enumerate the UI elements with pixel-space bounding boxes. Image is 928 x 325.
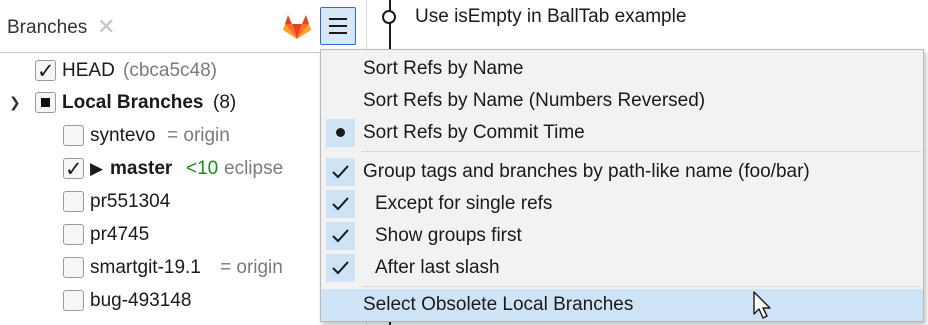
- menu-item-label: After last slash: [375, 257, 500, 278]
- branch-tracking: = origin: [167, 125, 230, 146]
- menu-item-sort-by-name[interactable]: Sort Refs by Name: [321, 53, 923, 85]
- branches-panel: Branches ✕ HEAD (cbca5c48) ❯ Local Branc…: [0, 0, 370, 325]
- menu-item-sort-by-commit-time[interactable]: Sort Refs by Commit Time: [321, 117, 923, 149]
- commit-node[interactable]: [382, 10, 396, 24]
- hamburger-menu-icon[interactable]: [320, 7, 356, 45]
- branch-checkbox[interactable]: [63, 125, 84, 146]
- tree-row-pr4745[interactable]: pr4745: [0, 219, 366, 251]
- branch-tracking: eclipse: [224, 158, 284, 179]
- head-label: HEAD: [62, 60, 115, 81]
- head-hash: (cbca5c48): [123, 60, 217, 81]
- current-branch-arrow-icon: ▶: [90, 159, 104, 179]
- tree-row-smartgit-19-1[interactable]: smartgit-19.1 = origin: [0, 252, 366, 284]
- menu-item-except-single-refs[interactable]: Except for single refs: [321, 188, 923, 220]
- commit-message[interactable]: Use isEmpty in BallTab example: [415, 6, 686, 28]
- menu-item-label: Select Obsolete Local Branches: [363, 294, 634, 315]
- branch-name: syntevo: [90, 125, 156, 146]
- local-branches-count: (8): [213, 92, 237, 113]
- menu-item-label: Except for single refs: [375, 193, 553, 214]
- menu-item-sort-by-name-numbers-reversed[interactable]: Sort Refs by Name (Numbers Reversed): [321, 85, 923, 117]
- tree-row-head[interactable]: HEAD (cbca5c48): [0, 55, 366, 87]
- menu-item-label: Sort Refs by Name (Numbers Reversed): [363, 90, 706, 111]
- menu-item-label: Group tags and branches by path-like nam…: [363, 161, 810, 182]
- branch-name: master: [110, 158, 173, 179]
- branch-checkbox[interactable]: [63, 224, 84, 245]
- menu-item-after-last-slash[interactable]: After last slash: [321, 252, 923, 284]
- menu-item-show-groups-first[interactable]: Show groups first: [321, 220, 923, 252]
- branch-name: pr551304: [90, 191, 171, 212]
- branch-tracking: = origin: [220, 257, 283, 278]
- checkmark-icon: [326, 222, 355, 250]
- tree-row-master[interactable]: ▶ master <10 eclipse: [0, 153, 366, 185]
- checkmark-icon: [326, 158, 355, 186]
- branch-name: bug-493148: [90, 290, 192, 311]
- checkmark-icon: [326, 254, 355, 282]
- local-branches-label: Local Branches: [62, 92, 204, 113]
- menu-separator: [361, 151, 921, 152]
- branch-checkbox[interactable]: [63, 191, 84, 212]
- checkmark-icon: [326, 190, 355, 218]
- menu-item-group-by-path[interactable]: Group tags and branches by path-like nam…: [321, 156, 923, 188]
- tree-row-syntevo[interactable]: syntevo = origin: [0, 120, 366, 152]
- branch-checkbox[interactable]: [63, 257, 84, 278]
- menu-separator: [361, 286, 921, 287]
- branch-name: pr4745: [90, 224, 150, 245]
- branch-name: smartgit-19.1: [90, 257, 201, 278]
- branches-options-menu: Sort Refs by Name Sort Refs by Name (Num…: [320, 49, 924, 322]
- menu-item-select-obsolete-local-branches[interactable]: Select Obsolete Local Branches: [321, 289, 923, 321]
- close-icon[interactable]: ✕: [97, 14, 115, 40]
- branch-checkbox[interactable]: [63, 153, 84, 185]
- local-branches-checkbox[interactable]: [35, 92, 56, 113]
- tree-row-bug-493148[interactable]: bug-493148: [0, 285, 366, 317]
- menu-item-label: Show groups first: [375, 225, 522, 246]
- branches-panel-header: Branches ✕: [0, 0, 370, 53]
- gitlab-logo-icon[interactable]: [282, 13, 312, 41]
- chevron-down-icon[interactable]: ❯: [9, 87, 21, 119]
- tree-row-pr551304[interactable]: pr551304: [0, 186, 366, 218]
- panel-title: Branches: [7, 17, 88, 38]
- mouse-pointer-icon: [753, 291, 771, 319]
- head-checkbox[interactable]: [35, 55, 56, 87]
- tree-row-local-branches[interactable]: ❯ Local Branches (8): [0, 87, 366, 119]
- menu-item-label: Sort Refs by Commit Time: [363, 122, 585, 143]
- branch-ahead-count: <10: [186, 158, 219, 179]
- menu-item-label: Sort Refs by Name: [363, 58, 524, 79]
- branch-checkbox[interactable]: [63, 290, 84, 311]
- radio-selected-icon: [326, 119, 355, 147]
